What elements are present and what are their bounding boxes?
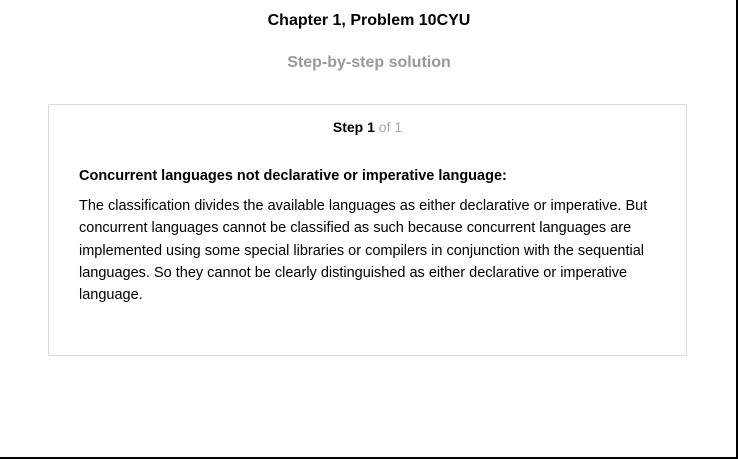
page-title: Chapter 1, Problem 10CYU xyxy=(267,12,471,29)
solution-card: Step 1 of 1 Concurrent languages not dec… xyxy=(48,104,687,356)
step-body-text: The classification divides the available… xyxy=(79,198,648,304)
step-label: Step xyxy=(332,119,364,135)
solution-subtitle: Step-by-step solution xyxy=(287,54,451,71)
step-heading: Concurrent languages not declarative or … xyxy=(79,168,507,184)
step-total: of 1 xyxy=(378,119,403,135)
step-indicator: Step 1 of 1 xyxy=(49,119,686,135)
step-number: 1 xyxy=(367,119,375,135)
